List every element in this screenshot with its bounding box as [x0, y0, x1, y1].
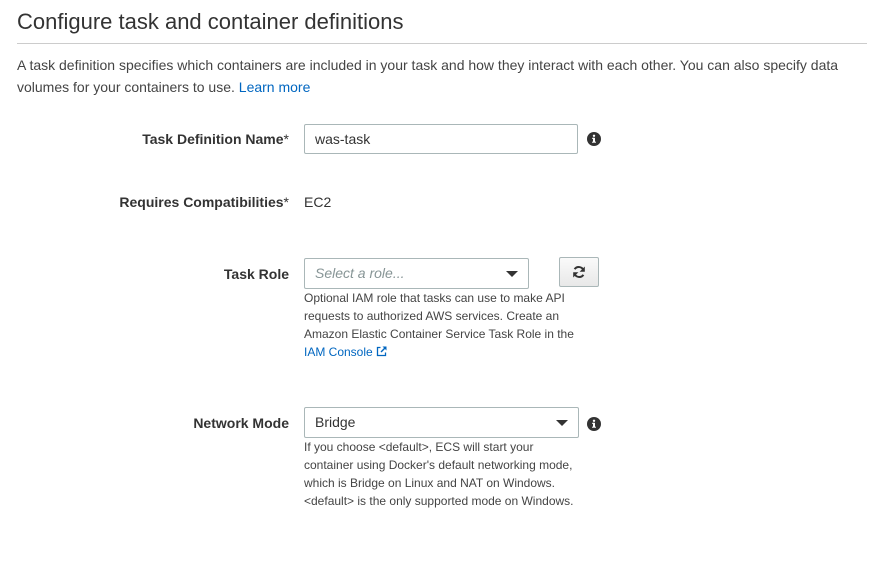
task-definition-name-label: Task Definition Name* — [15, 131, 289, 147]
task-definition-name-input[interactable] — [304, 124, 578, 154]
iam-console-link[interactable]: IAM Console — [304, 345, 387, 359]
title-divider — [17, 43, 867, 44]
section-description: A task definition specifies which contai… — [17, 54, 862, 98]
task-role-select[interactable]: Select a role... — [304, 258, 529, 289]
info-icon[interactable] — [587, 417, 601, 431]
external-link-icon — [376, 344, 387, 362]
task-definition-name-label-text: Task Definition Name — [142, 131, 284, 147]
info-icon[interactable] — [587, 132, 601, 146]
network-mode-label: Network Mode — [193, 415, 289, 431]
caret-down-icon — [556, 420, 568, 426]
network-mode-select[interactable]: Bridge — [304, 407, 579, 438]
description-text: A task definition specifies which contai… — [17, 57, 839, 95]
refresh-icon — [573, 266, 585, 278]
task-role-placeholder: Select a role... — [315, 265, 405, 281]
refresh-roles-button[interactable] — [559, 257, 599, 287]
requires-compatibilities-value: EC2 — [304, 194, 332, 210]
task-role-help: Optional IAM role that tasks can use to … — [304, 289, 586, 362]
required-mark: * — [283, 131, 289, 147]
task-role-label: Task Role — [223, 266, 289, 282]
network-mode-value: Bridge — [315, 414, 356, 430]
requires-compatibilities-label: Requires Compatibilities* — [15, 194, 289, 210]
task-role-help-text: Optional IAM role that tasks can use to … — [304, 291, 574, 341]
required-mark: * — [283, 194, 289, 210]
iam-console-link-text: IAM Console — [304, 345, 373, 359]
network-mode-help: If you choose <default>, ECS will start … — [304, 440, 574, 508]
learn-more-link[interactable]: Learn more — [239, 79, 311, 95]
caret-down-icon — [506, 271, 518, 277]
requires-compatibilities-label-text: Requires Compatibilities — [119, 194, 284, 210]
page-title: Configure task and container definitions — [17, 9, 404, 34]
